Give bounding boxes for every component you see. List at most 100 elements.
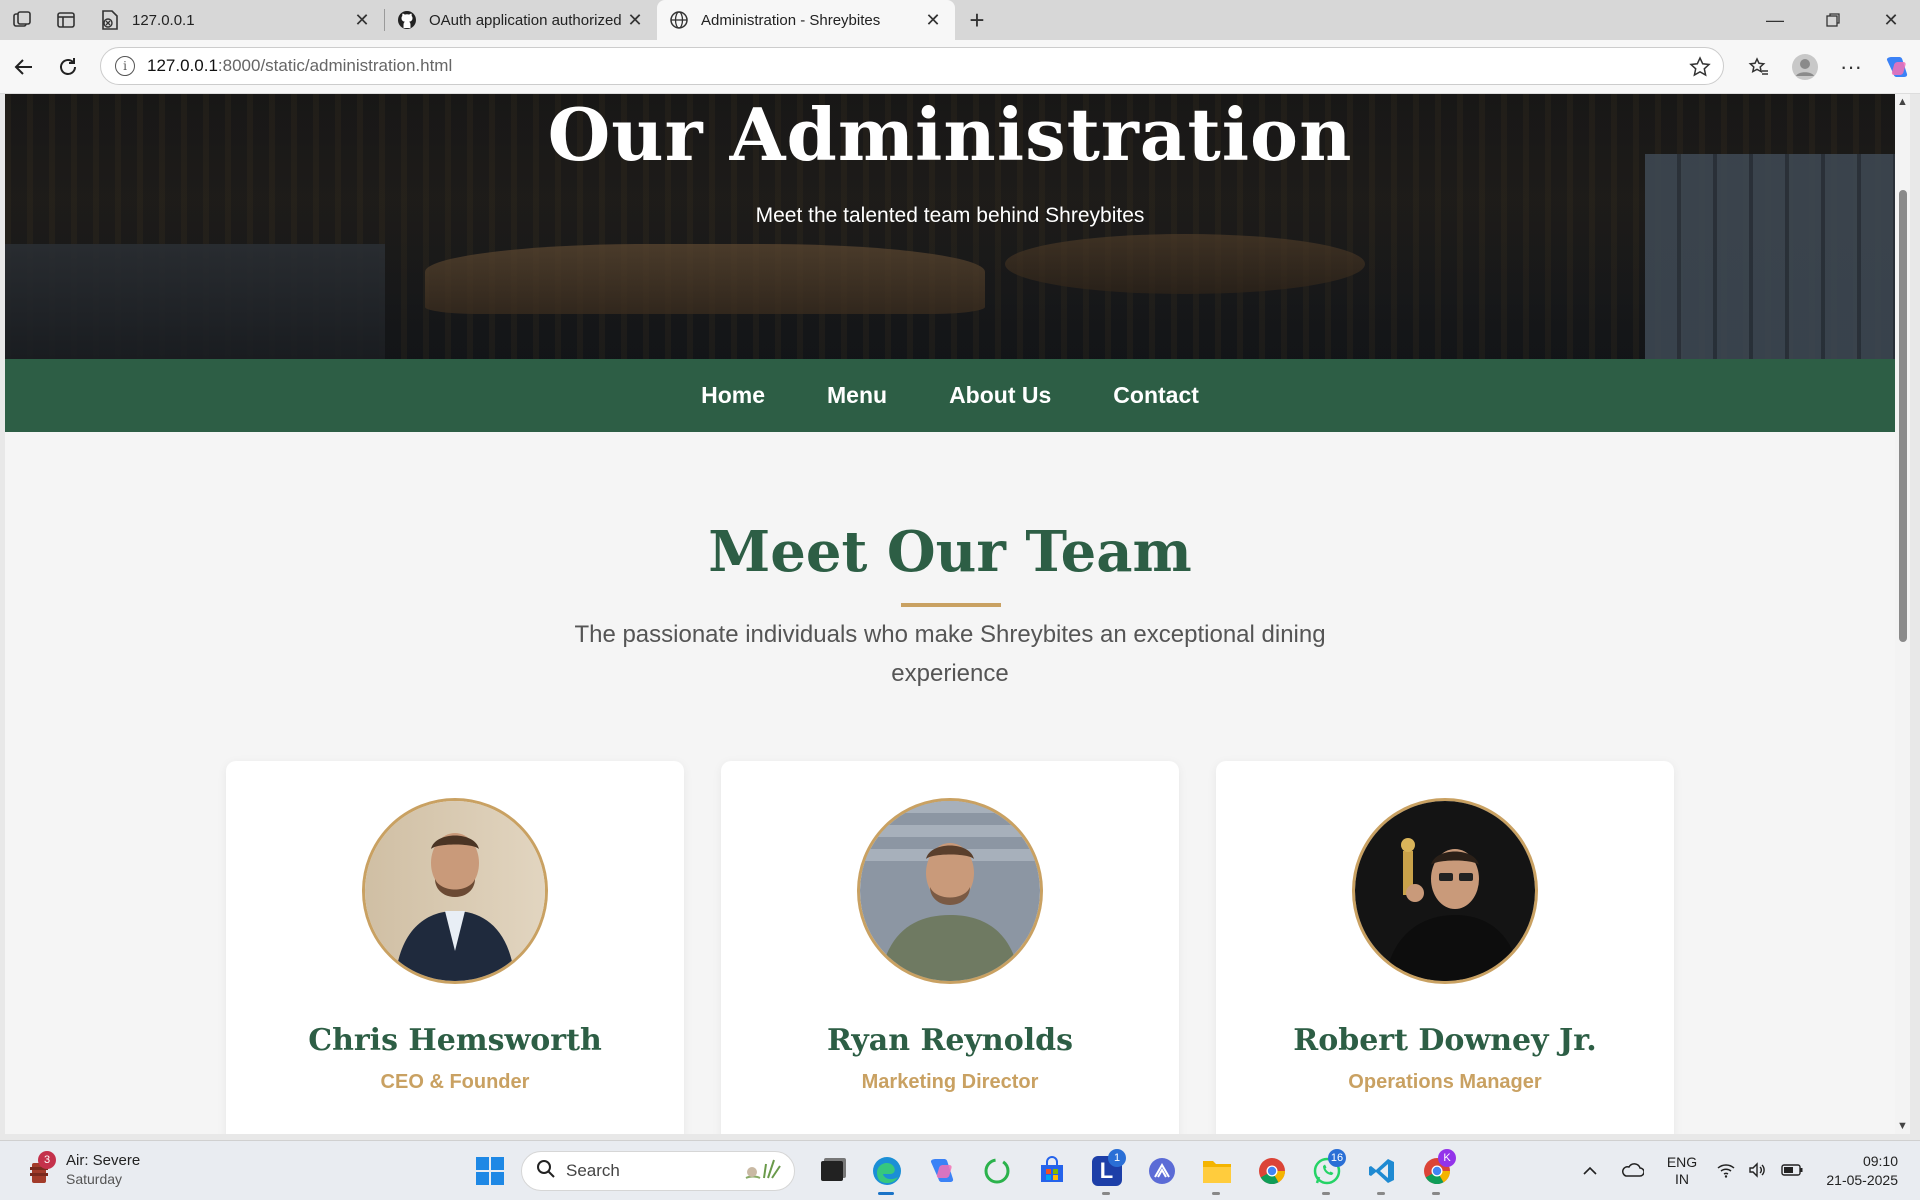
member-name: Robert Downey Jr. <box>1293 1023 1597 1058</box>
restore-icon[interactable] <box>1804 0 1862 40</box>
member-role: Operations Manager <box>1348 1071 1542 1093</box>
main-nav: Home Menu About Us Contact <box>5 359 1895 432</box>
whatsapp-app[interactable]: 16 <box>1299 1147 1354 1195</box>
refresh-app[interactable] <box>969 1147 1024 1195</box>
scrollbar-thumb[interactable] <box>1899 190 1907 642</box>
minimize-icon[interactable]: — <box>1746 0 1804 40</box>
lang-code: ENG <box>1666 1154 1698 1170</box>
vector-app[interactable] <box>1134 1147 1189 1195</box>
team-member-card: Chris Hemsworth CEO & Founder <box>226 761 684 1134</box>
lang-region: IN <box>1675 1171 1689 1187</box>
hero-bg-booth <box>1645 154 1895 359</box>
title-divider <box>901 603 1001 607</box>
browser-tab-bar: 127.0.0.1 ✕ OAuth application authorized… <box>0 0 1920 40</box>
url-field[interactable]: i 127.0.0.1:8000/static/administration.h… <box>100 47 1724 85</box>
site-info-icon[interactable]: i <box>115 56 135 76</box>
window-controls: — ✕ <box>1746 0 1920 40</box>
close-tab-icon[interactable]: ✕ <box>625 10 645 31</box>
nav-link-menu[interactable]: Menu <box>827 382 887 409</box>
chrome-app[interactable] <box>1244 1147 1299 1195</box>
workspaces-icon[interactable] <box>0 0 44 40</box>
store-app[interactable] <box>1024 1147 1079 1195</box>
github-icon <box>397 10 417 30</box>
page-scrollbar[interactable]: ▲ ▼ <box>1895 94 1910 1134</box>
tab-administration[interactable]: Administration - Shreybites ✕ <box>657 0 955 40</box>
file-explorer-app[interactable] <box>1189 1147 1244 1195</box>
tab-title: 127.0.0.1 <box>132 11 195 29</box>
url-host: 127.0.0.1 <box>147 56 218 75</box>
member-name: Ryan Reynolds <box>826 1023 1074 1058</box>
address-bar-row: i 127.0.0.1:8000/static/administration.h… <box>0 40 1920 94</box>
page-viewport: Our Administration Meet the talented tea… <box>5 94 1895 1134</box>
nav-link-home[interactable]: Home <box>701 382 765 409</box>
weather-widget[interactable]: 3 Air: Severe Saturday <box>24 1151 140 1189</box>
weather-badge: 3 <box>38 1151 56 1169</box>
profile-avatar-icon[interactable] <box>1782 40 1828 94</box>
l-app[interactable]: L 1 <box>1079 1147 1134 1195</box>
windows-taskbar: 3 Air: Severe Saturday Search L 1 16 K E… <box>0 1140 1920 1200</box>
close-tab-icon[interactable]: ✕ <box>352 10 372 31</box>
hero-bg-bench <box>5 244 385 359</box>
member-photo <box>1352 798 1538 984</box>
tab-title: Administration - Shreybites <box>701 11 881 29</box>
taskview-app[interactable] <box>804 1147 859 1195</box>
weather-title: Air: Severe <box>66 1152 141 1169</box>
member-role: CEO & Founder <box>380 1071 530 1093</box>
team-member-card: Ryan Reynolds Marketing Director <box>721 761 1179 1134</box>
member-role: Marketing Director <box>861 1071 1039 1093</box>
nav-link-about-us[interactable]: About Us <box>949 382 1051 409</box>
taskbar-apps: L 1 16 K <box>804 1147 1464 1195</box>
tab-title: OAuth application authorized <box>429 11 622 29</box>
new-tab-button[interactable]: + <box>955 5 999 36</box>
favorite-star-icon[interactable] <box>1689 56 1711 83</box>
weather-day: Saturday <box>66 1171 123 1187</box>
copilot-icon[interactable] <box>1874 40 1920 94</box>
notification-badge: 1 <box>1108 1149 1126 1167</box>
hero-bg-table <box>425 244 985 314</box>
search-label: Search <box>566 1161 620 1180</box>
clock[interactable]: 09:10 21-05-2025 <box>1810 1152 1920 1190</box>
hero-title: Our Administration <box>547 94 1353 177</box>
edge-app[interactable] <box>859 1147 914 1195</box>
hero-subtitle: Meet the talented team behind Shreybites <box>755 204 1145 227</box>
hero-banner: Our Administration Meet the talented tea… <box>5 94 1895 359</box>
team-member-card: Robert Downey Jr. Operations Manager <box>1216 761 1674 1134</box>
wifi-icon[interactable] <box>1710 1162 1742 1181</box>
battery-icon[interactable] <box>1774 1163 1810 1179</box>
member-name: Chris Hemsworth <box>308 1023 602 1058</box>
clock-date: 21-05-2025 <box>1826 1172 1898 1188</box>
chevron-up-icon[interactable] <box>1570 1163 1610 1179</box>
page-error-icon <box>100 10 120 30</box>
volume-icon[interactable] <box>1742 1161 1774 1181</box>
nav-link-contact[interactable]: Contact <box>1113 382 1199 409</box>
back-icon[interactable] <box>2 45 46 89</box>
system-tray: ENG IN 09:10 21-05-2025 <box>1570 1141 1920 1200</box>
copilot-app[interactable] <box>914 1147 969 1195</box>
team-section-title: Meet Our Team <box>708 519 1192 585</box>
tab-oauth[interactable]: OAuth application authorized ✕ <box>385 0 657 40</box>
tab-localhost[interactable]: 127.0.0.1 ✕ <box>88 0 384 40</box>
taskbar-search[interactable]: Search <box>521 1151 795 1191</box>
vertical-tabs-icon[interactable] <box>44 0 88 40</box>
onedrive-icon[interactable] <box>1610 1162 1654 1181</box>
hero-bg-table <box>1005 234 1365 294</box>
favorites-icon[interactable] <box>1736 40 1782 94</box>
scroll-down-arrow-icon[interactable]: ▼ <box>1896 1120 1909 1132</box>
url-path: :8000/static/administration.html <box>217 56 453 75</box>
chrome-profile-app[interactable]: K <box>1409 1147 1464 1195</box>
language-indicator[interactable]: ENG IN <box>1654 1154 1710 1188</box>
search-icon <box>536 1159 556 1184</box>
member-photo <box>362 798 548 984</box>
team-section-subtitle: The passionate individuals who make Shre… <box>574 621 1326 687</box>
refresh-icon[interactable] <box>46 45 90 89</box>
vscode-app[interactable] <box>1354 1147 1409 1195</box>
more-options-icon[interactable]: ··· <box>1828 40 1874 94</box>
air-quality-icon: 3 <box>24 1151 56 1185</box>
close-tab-icon[interactable]: ✕ <box>923 10 943 31</box>
browser-toolbar: ··· <box>1736 40 1920 94</box>
close-window-icon[interactable]: ✕ <box>1862 0 1920 40</box>
clock-time: 09:10 <box>1862 1153 1898 1169</box>
start-button[interactable] <box>462 1147 517 1195</box>
scroll-up-arrow-icon[interactable]: ▲ <box>1896 96 1909 108</box>
member-photo <box>857 798 1043 984</box>
